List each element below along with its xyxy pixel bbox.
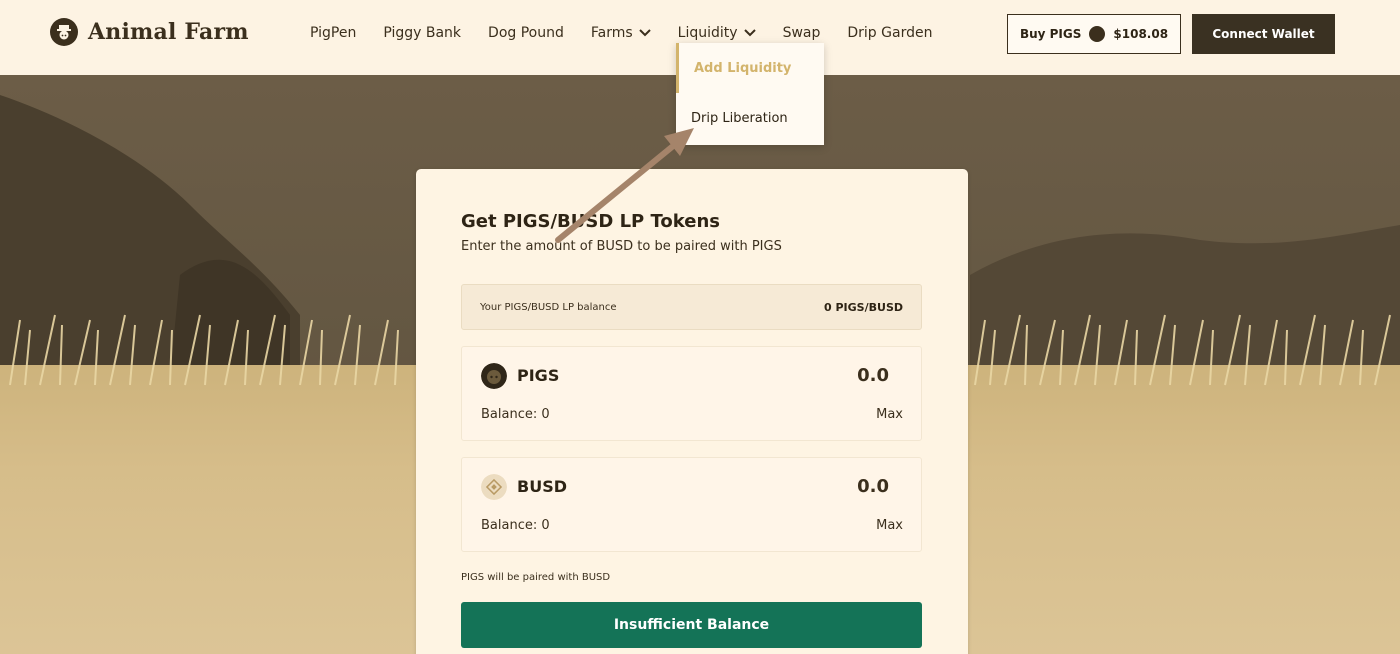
liquidity-card: Get PIGS/BUSD LP Tokens Enter the amount… [416, 169, 968, 654]
busd-input-box[interactable]: BUSD 0.0 Balance: 0 Max [461, 457, 922, 552]
menu-item-drip-liberation[interactable]: Drip Liberation [676, 93, 824, 143]
nav-label: PigPen [310, 25, 357, 41]
nav-label: Farms [590, 25, 633, 41]
nav-item-liquidity[interactable]: Liquidity [678, 25, 756, 41]
nav-item-swap[interactable]: Swap [783, 25, 821, 41]
token-name: PIGS [517, 366, 560, 385]
brand-name: Animal Farm [88, 19, 249, 45]
token-balance: Balance: 0 [481, 518, 550, 533]
nav-label: Swap [782, 25, 821, 41]
lp-balance-value: 0 PIGS/BUSD [824, 300, 903, 314]
nav-item-farms[interactable]: Farms [591, 25, 651, 41]
menu-item-add-liquidity[interactable]: Add Liquidity [676, 43, 824, 93]
lp-balance-box: Your PIGS/BUSD LP balance 0 PIGS/BUSD [461, 284, 922, 330]
insufficient-balance-button[interactable]: Insufficient Balance [461, 602, 922, 648]
buy-pigs-button[interactable]: Buy PIGS $108.08 [1007, 14, 1181, 54]
brand-logo[interactable]: Animal Farm [50, 18, 249, 46]
lp-balance-label: Your PIGS/BUSD LP balance [480, 301, 617, 313]
pigs-amount-input[interactable]: 0.0 [857, 365, 889, 386]
token-balance: Balance: 0 [481, 407, 550, 422]
buy-label: Buy PIGS [1019, 27, 1082, 41]
busd-amount-input[interactable]: 0.0 [857, 476, 889, 497]
max-button[interactable]: Max [876, 518, 903, 533]
nav-label: Dog Pound [488, 25, 564, 41]
nav-item-pigpen[interactable]: PigPen [310, 25, 356, 41]
nav-item-drip-garden[interactable]: Drip Garden [847, 25, 932, 41]
token-name: BUSD [517, 477, 567, 496]
max-button[interactable]: Max [876, 407, 903, 422]
main-nav: PigPen Piggy Bank Dog Pound Farms Liquid… [310, 25, 959, 41]
busd-token-icon [481, 474, 507, 500]
pigs-price: $108.08 [1113, 27, 1169, 41]
nav-label: Liquidity [677, 25, 738, 41]
liquidity-dropdown-menu: Add Liquidity Drip Liberation [676, 43, 824, 145]
nav-item-piggy-bank[interactable]: Piggy Bank [383, 25, 461, 41]
chevron-down-icon [638, 29, 651, 37]
nav-label: Piggy Bank [383, 25, 462, 41]
pigs-token-icon [481, 363, 507, 389]
card-title: Get PIGS/BUSD LP Tokens [461, 211, 720, 232]
card-subtitle: Enter the amount of BUSD to be paired wi… [461, 239, 782, 254]
pigs-input-box[interactable]: PIGS 0.0 Balance: 0 Max [461, 346, 922, 441]
nav-item-dog-pound[interactable]: Dog Pound [488, 25, 564, 41]
chevron-down-icon [743, 29, 756, 37]
pig-farmer-icon [50, 18, 78, 46]
pair-note: PIGS will be paired with BUSD [461, 572, 611, 583]
nav-label: Drip Garden [847, 25, 933, 41]
pigs-coin-icon [1089, 26, 1106, 42]
connect-wallet-button[interactable]: Connect Wallet [1192, 14, 1335, 54]
